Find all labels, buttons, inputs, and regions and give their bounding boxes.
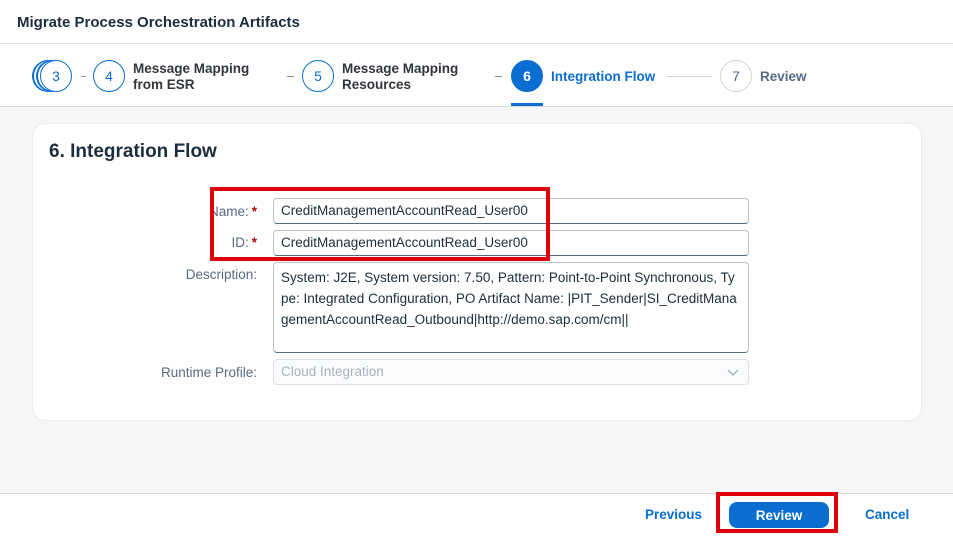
description-label: Description: (185, 267, 257, 282)
runtime-profile-label: Runtime Profile: (160, 365, 257, 380)
wizard-step-7[interactable]: 7 (720, 60, 752, 92)
name-id-highlight (210, 187, 550, 261)
wizard-step-4-label-line2: from ESR (133, 77, 195, 92)
wizard-progress-bar: 3 4 Message Mapping from ESR 5 Message M… (0, 44, 953, 107)
wizard-step-5[interactable]: 5 (302, 60, 334, 92)
wizard-step-4[interactable]: 4 (93, 60, 125, 92)
cancel-button[interactable]: Cancel (865, 507, 909, 522)
runtime-profile-value: Cloud Integration (281, 364, 384, 379)
wizard-step-5-label-line2: Resources (342, 77, 412, 92)
wizard-step-4-label-line1: Message Mapping (133, 61, 250, 76)
wizard-step-7-label[interactable]: Review (760, 69, 807, 85)
step-connector (667, 76, 712, 77)
dialog-footer: Previous Review Cancel (0, 492, 953, 540)
step-connector (287, 76, 294, 77)
wizard-step-3[interactable]: 3 (40, 60, 72, 92)
dialog-header: Migrate Process Orchestration Artifacts (0, 0, 953, 44)
wizard-step-4-label[interactable]: Message Mapping from ESR (133, 61, 249, 93)
section-title: 6. Integration Flow (49, 141, 217, 162)
wizard-step-6-label[interactable]: Integration Flow (551, 69, 655, 85)
previous-button[interactable]: Previous (645, 507, 702, 522)
dialog-content: 6. Integration Flow Name: * CreditManagem… (0, 107, 953, 493)
migrate-dialog: Migrate Process Orchestration Artifacts … (0, 0, 953, 540)
chevron-down-icon (727, 369, 739, 376)
wizard-step-5-label-line1: Message Mapping (342, 61, 459, 76)
description-textarea[interactable]: System: J2E, System version: 7.50, Patte… (273, 262, 749, 353)
active-step-indicator (511, 103, 543, 106)
wizard-step-6[interactable]: 6 (511, 60, 543, 92)
review-button-highlight (716, 492, 838, 533)
integration-flow-card: 6. Integration Flow Name: * CreditManagem… (33, 124, 921, 420)
wizard-step-5-label[interactable]: Message Mapping Resources (342, 61, 458, 93)
runtime-profile-select[interactable]: Cloud Integration (273, 359, 749, 385)
step-connector (81, 76, 86, 77)
dialog-title: Migrate Process Orchestration Artifacts (17, 14, 300, 31)
step-connector (495, 76, 502, 77)
